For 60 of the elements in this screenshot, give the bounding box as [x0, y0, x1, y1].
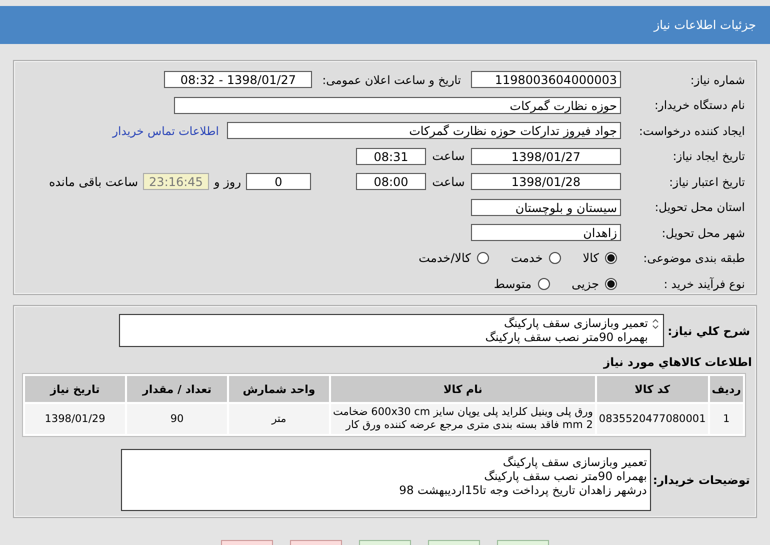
field-label: نام دستگاه خریدار:	[653, 98, 746, 112]
time-field: 08:31	[356, 148, 426, 165]
time-label: ساعت	[431, 149, 466, 164]
field-label: توضیحات خریدار:	[652, 473, 751, 487]
column-header: کد کالا	[596, 376, 708, 402]
section-title: اطلاعات کالاهاي مورد نياز	[602, 355, 752, 369]
table-cell: 0835520477080001	[596, 404, 708, 434]
column-header: تعداد / مقدار	[127, 376, 227, 402]
days-label: روز و	[214, 174, 241, 189]
notes-line: تعمیر وبازسازی سقف پارکینگ	[502, 455, 647, 469]
field-label: طبقه بندی موضوعی:	[642, 251, 746, 266]
table-cell: 1398/01/29	[25, 404, 125, 434]
creator-field: جواد فیروز تدارکات حوزه نظارت گمرکات	[227, 122, 621, 140]
province-field: سیستان و بلوچستان	[471, 198, 621, 216]
notes-line: بهمراه 90متر نصب سقف پارکینگ	[483, 469, 647, 483]
table-cell: 1	[710, 404, 743, 434]
field-label: نوع فرآیند خرید :	[662, 276, 746, 291]
table-cell: متر	[229, 404, 329, 434]
date-field: 1398/01/28	[471, 173, 621, 190]
notes-line: درشهر زاهدان تاریخ پرداخت وجه تا15اردیبهشت 98	[398, 483, 647, 497]
time-field: 08:00	[356, 173, 426, 190]
field-label: ایجاد کننده درخواست:	[638, 124, 746, 138]
radio-label: کالا	[582, 251, 599, 266]
remaining-time-field: 23:16:45	[143, 173, 209, 190]
days-field: 0	[246, 173, 311, 190]
remaining-label: ساعت باقی مانده	[48, 174, 138, 189]
radio-button[interactable]	[548, 252, 561, 264]
field-label: تاریخ ایجاد نیاز:	[672, 149, 746, 164]
page-title: جزئیات اطلاعات نیاز	[654, 18, 756, 32]
summary-line: بهمراه 90متر نصب سقف پارکینگ	[485, 330, 648, 344]
column-header: نام کالا	[331, 376, 595, 402]
radio-button[interactable]	[476, 252, 489, 264]
radio-button[interactable]	[538, 278, 550, 290]
field-label: شرح کلي نياز:	[666, 324, 751, 338]
field-label: شهر محل تحویل:	[660, 226, 746, 240]
date-field: 1398/01/27	[471, 148, 621, 165]
field-label: تاریخ اعتبار نیاز:	[668, 174, 746, 189]
radio-button[interactable]	[605, 252, 617, 264]
summary-line: تعمیر وبازسازی سقف پارکینگ	[502, 316, 648, 330]
buyer-contact-link[interactable]: اطلاعات تماس خریدار	[112, 124, 219, 138]
column-header: ردیف	[710, 376, 743, 402]
field-label: استان محل تحویل:	[654, 200, 746, 214]
field-label: تاریخ و ساعت اعلان عمومی:	[322, 72, 461, 87]
radio-label: متوسط	[494, 276, 532, 291]
need-number-field: 1198003604000003	[471, 71, 621, 88]
time-label: ساعت	[431, 174, 466, 189]
field-label: شماره نیاز:	[689, 72, 746, 87]
radio-button[interactable]	[605, 278, 617, 290]
announce-date-field: 1398/01/27 - 08:32	[164, 71, 312, 88]
radio-label: جزیی	[572, 276, 599, 291]
table-cell: ورق پلی وینیل کلراید پلی یوپان سایز 600x30 cm ضخامت 2 mm فاقد بسته بندی متری مرجع عرضه کننده ورق کار	[331, 404, 595, 434]
buyer-org-field: حوزه نظارت گمرکات	[174, 96, 621, 114]
scroll-arrows-icon[interactable]	[652, 318, 659, 330]
radio-label: خدمت	[510, 251, 543, 266]
column-header: تاریخ نیاز	[25, 376, 125, 402]
city-field: زاهدان	[471, 224, 621, 242]
summary-textarea[interactable]: تعمیر وبازسازی سقف پارکینگ بهمراه 90متر نصب سقف پارکینگ	[119, 314, 664, 347]
table-cell: 90	[127, 404, 227, 434]
radio-label: کالا/خدمت	[418, 251, 471, 266]
column-header: واحد شمارش	[229, 376, 329, 402]
